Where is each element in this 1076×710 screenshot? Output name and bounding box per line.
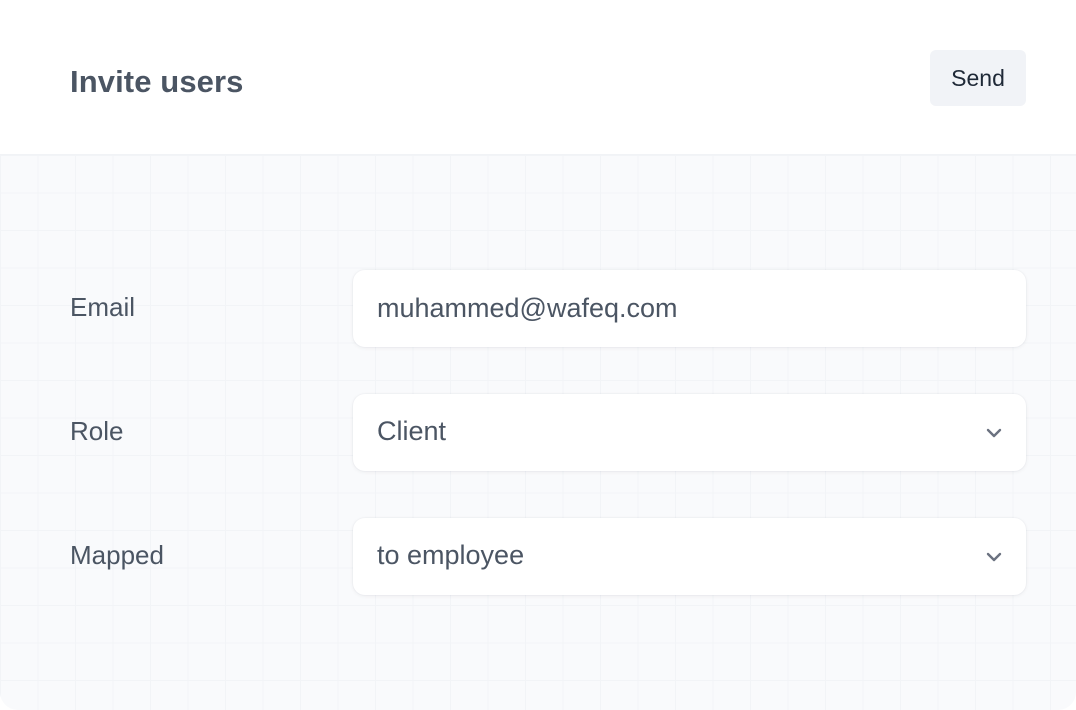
mapped-row: Mapped to employee bbox=[0, 518, 1076, 595]
role-label: Role bbox=[70, 416, 124, 446]
mapped-selected-value: to employee bbox=[377, 540, 525, 570]
mapped-select[interactable]: to employee bbox=[353, 518, 1026, 595]
send-button[interactable]: Send bbox=[930, 50, 1026, 106]
page-title: Invite users bbox=[70, 64, 244, 99]
email-field-container bbox=[353, 270, 1026, 347]
mapped-label: Mapped bbox=[70, 540, 164, 570]
chevron-down-icon bbox=[986, 552, 1002, 562]
role-selected-value: Client bbox=[377, 416, 447, 446]
card-header: Invite users Send bbox=[0, 0, 1076, 155]
chevron-down-icon bbox=[986, 428, 1002, 438]
email-row: Email bbox=[0, 270, 1076, 347]
email-field[interactable] bbox=[353, 270, 1026, 347]
invite-users-card: Invite users Send Email Role Client Mapp… bbox=[0, 0, 1076, 710]
role-select[interactable]: Client bbox=[353, 394, 1026, 471]
form-body: Email Role Client Mapped to employee bbox=[0, 155, 1076, 710]
email-label: Email bbox=[70, 292, 136, 322]
role-row: Role Client bbox=[0, 394, 1076, 471]
